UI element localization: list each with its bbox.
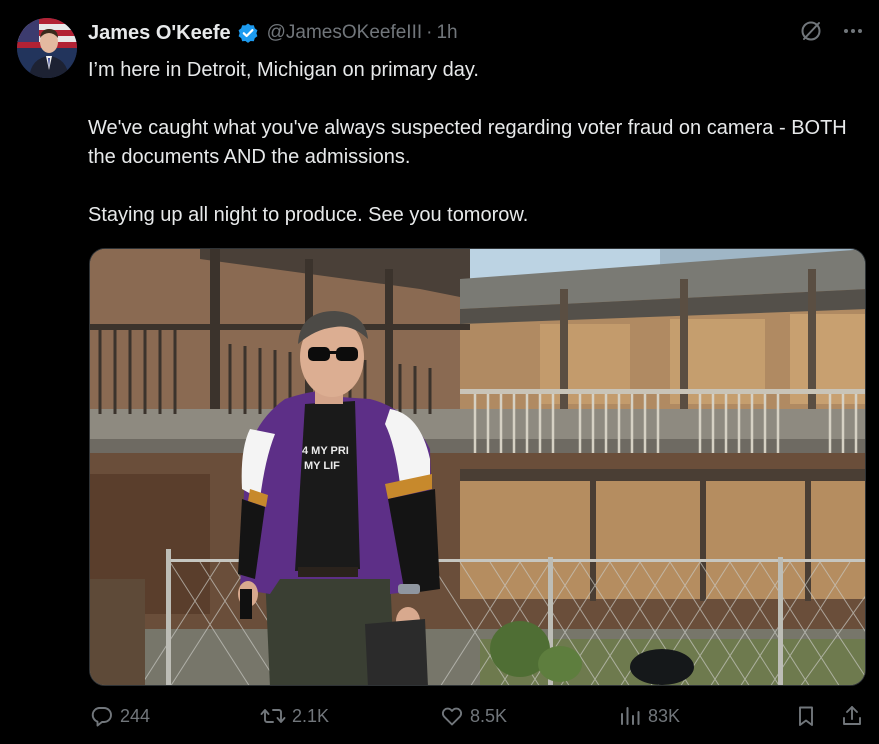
tweet-actions: 244 2.1K 8.5K 83K — [88, 704, 868, 734]
bookmark-button[interactable] — [794, 704, 818, 728]
display-name[interactable]: James O'Keefe — [88, 22, 231, 45]
avatar-image — [17, 18, 77, 78]
reply-button[interactable]: 244 — [90, 704, 150, 728]
tweet-text: I’m here in Detroit, Michigan on primary… — [88, 56, 848, 230]
views-button[interactable]: 83K — [618, 704, 680, 728]
tweet-line-1: I’m here in Detroit, Michigan on primary… — [88, 59, 479, 81]
shirt-text-2: MY LIF — [304, 460, 340, 472]
shirt-text-1: 4 MY PRI — [302, 445, 349, 457]
more-icon[interactable] — [841, 19, 865, 43]
header-actions — [799, 19, 865, 43]
grok-icon[interactable] — [799, 19, 823, 43]
separator-dot: · — [426, 22, 433, 43]
like-button[interactable]: 8.5K — [440, 704, 507, 728]
repost-count: 2.1K — [292, 705, 330, 726]
tweet-line-3: Staying up all night to produce. See you… — [88, 204, 529, 226]
analytics-icon — [618, 704, 642, 728]
views-count: 83K — [648, 705, 681, 726]
tweet-media-image[interactable]: 4 MY PRI MY LIF — [89, 248, 866, 686]
tweet: James O'Keefe @JamesOKeefeIII · 1h I’m h… — [0, 0, 879, 744]
user-handle[interactable]: @JamesOKeefeIII — [267, 22, 423, 44]
heart-icon — [440, 704, 464, 728]
reply-count: 244 — [120, 705, 151, 726]
share-icon — [840, 704, 864, 728]
verified-badge-icon — [237, 22, 259, 44]
tweet-header: James O'Keefe @JamesOKeefeIII · 1h — [88, 20, 458, 46]
share-button[interactable] — [840, 704, 864, 728]
repost-icon — [260, 704, 286, 728]
repost-button[interactable]: 2.1K — [260, 704, 329, 728]
tweet-line-2: We've caught what you've always suspecte… — [88, 117, 847, 168]
bookmark-icon — [794, 704, 818, 728]
reply-icon — [90, 704, 114, 728]
like-count: 8.5K — [470, 705, 508, 726]
avatar[interactable] — [17, 18, 77, 78]
timestamp[interactable]: 1h — [436, 22, 457, 44]
